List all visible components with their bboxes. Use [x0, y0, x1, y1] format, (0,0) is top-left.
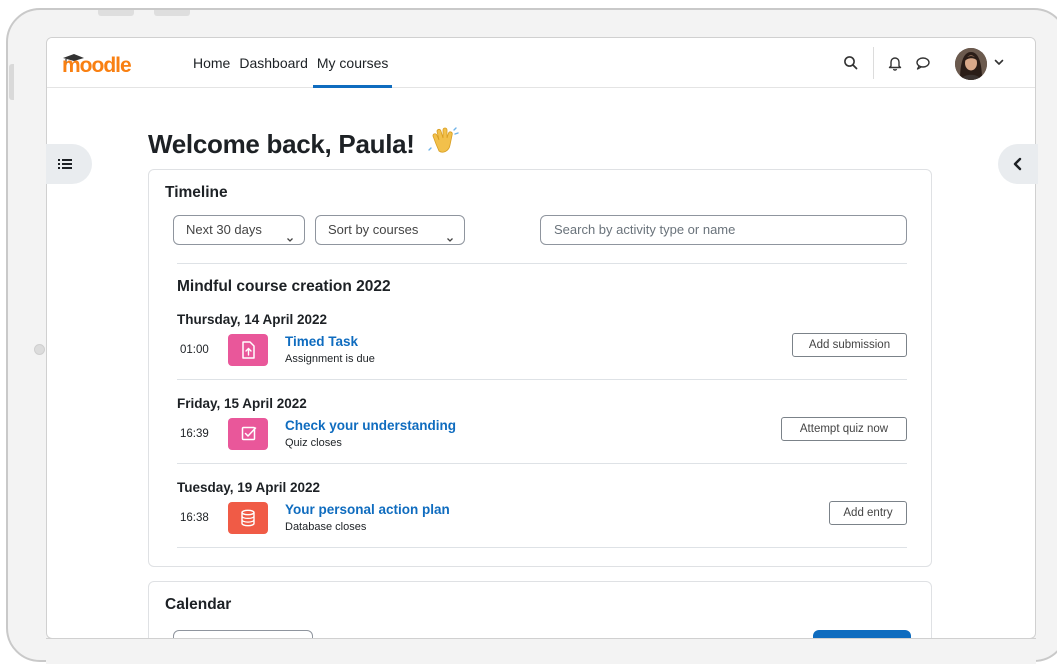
add-entry-button[interactable]: Add entry [829, 501, 907, 525]
navbar-divider [873, 47, 874, 79]
assignment-icon [228, 334, 268, 366]
user-avatar[interactable] [955, 48, 987, 80]
timeline-block: Timeline Next 30 days Sort by courses Se… [148, 169, 932, 567]
database-icon [228, 502, 268, 534]
sort-select-label: Sort by courses [328, 222, 419, 237]
event-subtitle: Database closes [285, 521, 367, 533]
timeline-sort-select[interactable]: Sort by courses [315, 215, 465, 245]
tablet-top-button [154, 10, 190, 16]
tablet-top-button [98, 10, 134, 16]
navbar: moodle Home Dashboard My courses [47, 38, 1035, 88]
chevron-down-icon [446, 226, 454, 242]
calendar-title: Calendar [165, 596, 232, 613]
bell-icon[interactable] [885, 53, 905, 73]
nav-link-dashboard[interactable]: Dashboard [235, 38, 312, 88]
event-title-link[interactable]: Timed Task [285, 334, 358, 349]
event-time: 16:38 [180, 512, 209, 524]
event-title-link[interactable]: Check your understanding [285, 418, 456, 433]
event-subtitle: Quiz closes [285, 437, 342, 449]
timeline-range-select[interactable]: Next 30 days [173, 215, 305, 245]
tablet-camera-dot [34, 344, 45, 355]
chevron-down-icon [286, 226, 294, 242]
event-time: 16:39 [180, 428, 209, 440]
event-date: Tuesday, 19 April 2022 [177, 480, 321, 495]
divider [177, 263, 907, 264]
nav-link-home[interactable]: Home [189, 38, 234, 88]
event-date: Friday, 15 April 2022 [177, 396, 307, 411]
quiz-icon [228, 418, 268, 450]
timeline-title: Timeline [165, 184, 228, 201]
search-icon[interactable] [841, 53, 861, 73]
timeline-search-input[interactable]: Search by activity type or name [540, 215, 907, 245]
event-date: Thursday, 14 April 2022 [177, 312, 328, 327]
welcome-text: Welcome back, Paula! [148, 129, 415, 159]
chevron-left-icon [1013, 157, 1022, 171]
open-block-drawer-button[interactable] [998, 144, 1038, 184]
chat-icon[interactable] [913, 53, 933, 73]
moodle-logo[interactable]: moodle [61, 51, 159, 81]
add-submission-button[interactable]: Add submission [792, 333, 907, 357]
logo-text: moodle [62, 54, 131, 75]
range-select-label: Next 30 days [186, 222, 262, 237]
moodle-logo-mark: moodle [62, 54, 132, 77]
list-icon [58, 159, 72, 169]
divider [177, 547, 907, 548]
tablet-side-button [9, 64, 14, 100]
event-time: 01:00 [180, 344, 209, 356]
event-title-link[interactable]: Your personal action plan [285, 502, 450, 517]
nav-link-my-courses[interactable]: My courses [312, 38, 393, 88]
divider [177, 463, 907, 464]
primary-navigation: Home Dashboard My courses [189, 38, 393, 88]
course-name: Mindful course creation 2022 [177, 278, 391, 295]
page-title: Welcome back, Paula! [148, 126, 460, 163]
waving-hand-icon [427, 126, 460, 163]
attempt-quiz-button[interactable]: Attempt quiz now [781, 417, 907, 441]
event-subtitle: Assignment is due [285, 353, 375, 365]
open-course-index-button[interactable] [46, 144, 92, 184]
screen-bottom-bezel [46, 638, 1036, 664]
chevron-down-icon[interactable] [993, 55, 1005, 67]
divider [177, 379, 907, 380]
